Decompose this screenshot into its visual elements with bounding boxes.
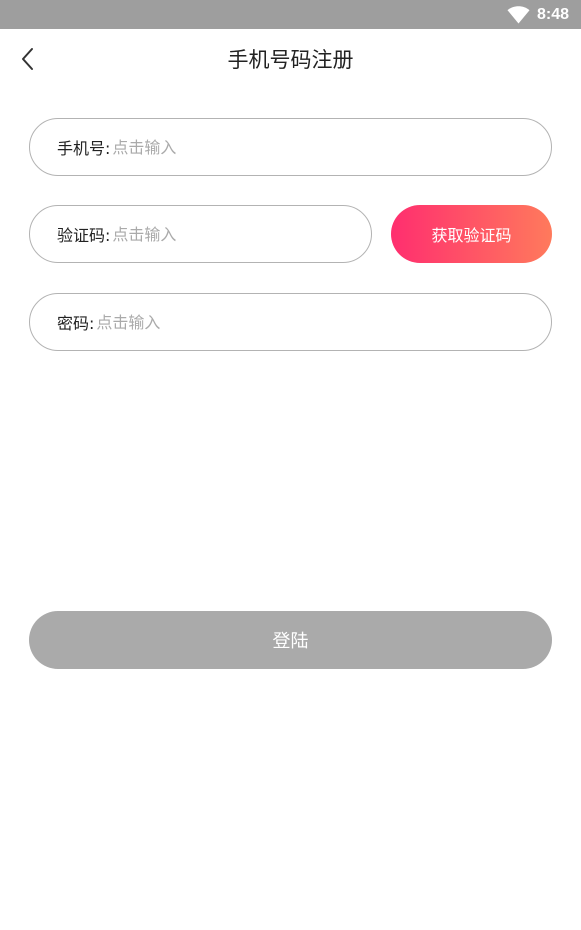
page-title: 手机号码注册 [227, 48, 354, 72]
status-bar: 8:48 [0, 0, 581, 29]
wifi-icon [507, 6, 530, 24]
phone-label: 手机号: [57, 139, 111, 158]
verification-code-label: 验证码: [57, 226, 111, 245]
phone-input[interactable] [112, 137, 551, 157]
password-input[interactable] [96, 312, 551, 332]
password-field[interactable]: 密码: [29, 293, 552, 351]
login-button[interactable]: 登陆 [29, 611, 552, 669]
status-time: 8:48 [537, 6, 570, 23]
get-code-button[interactable]: 获取验证码 [391, 205, 552, 263]
phone-field[interactable]: 手机号: [29, 118, 552, 176]
verification-code-input[interactable] [112, 224, 371, 244]
password-label: 密码: [57, 314, 95, 333]
verification-code-field[interactable]: 验证码: [29, 205, 372, 263]
